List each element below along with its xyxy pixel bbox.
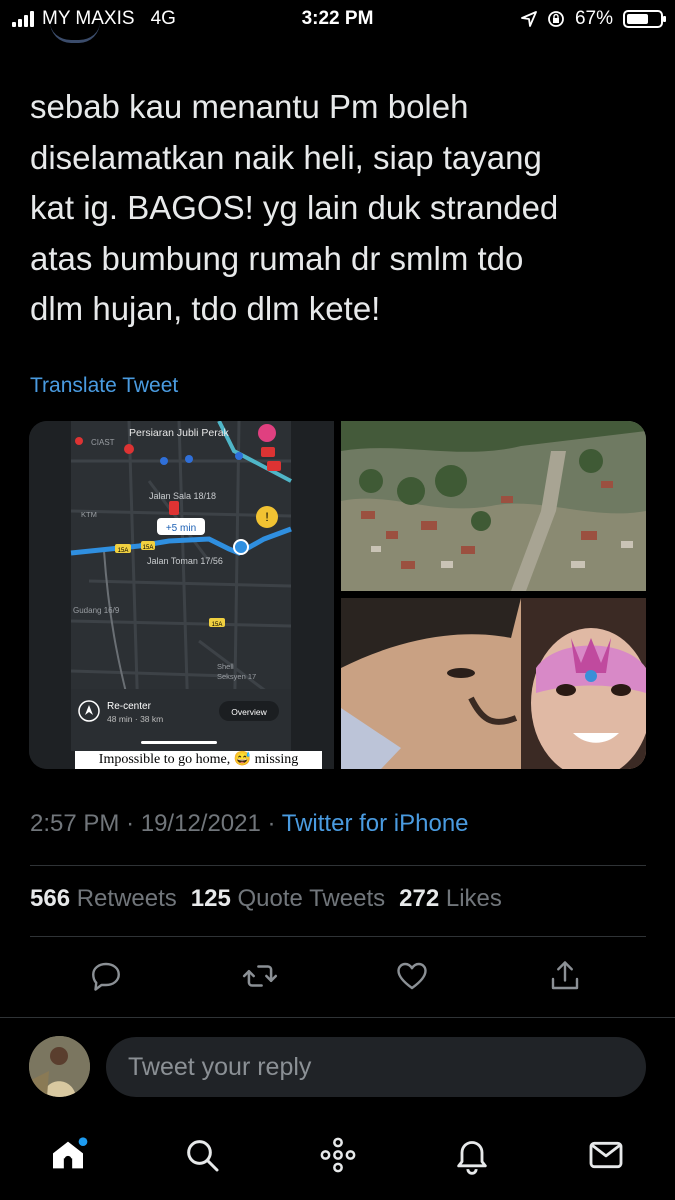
- retweet-icon: [242, 965, 278, 987]
- tweet-meta: 2:57 PM · 19/12/2021 · Twitter for iPhon…: [30, 810, 469, 838]
- reply-input[interactable]: Tweet your reply: [106, 1037, 646, 1097]
- retweets-count: 566: [30, 885, 71, 912]
- map-image: ! Persiaran Jubli Perak CIAST Jalan Sala…: [29, 421, 334, 769]
- rotation-lock-icon: [548, 11, 564, 27]
- tweet-date: 19/12/2021: [140, 810, 261, 837]
- map-delay-badge: +5 min: [166, 523, 196, 534]
- translate-tweet-link[interactable]: Translate Tweet: [30, 374, 178, 398]
- retweet-button[interactable]: [240, 950, 280, 1002]
- map-ktm-label: KTM: [81, 510, 97, 519]
- retweets-stat[interactable]: 566 Retweets: [30, 885, 177, 913]
- tab-notifications[interactable]: [446, 1125, 498, 1185]
- tab-spaces[interactable]: [312, 1125, 364, 1185]
- likes-stat[interactable]: 272 Likes: [399, 885, 502, 913]
- battery-icon: [623, 10, 666, 28]
- map-overview-button: Overview: [231, 707, 267, 717]
- meta-separator: ·: [267, 810, 276, 837]
- previous-avatar-edge: [50, 22, 100, 43]
- tweet-text: sebab kau menantu Pm boleh diselamatkan …: [30, 88, 559, 327]
- like-button[interactable]: [392, 950, 432, 1002]
- divider: [0, 1017, 675, 1018]
- tab-messages[interactable]: [580, 1125, 632, 1185]
- share-button[interactable]: [545, 950, 585, 1002]
- svg-text:!: !: [265, 510, 268, 524]
- user-avatar[interactable]: [29, 1036, 90, 1097]
- divider: [30, 865, 646, 866]
- tab-home[interactable]: [42, 1125, 94, 1185]
- svg-text:15A: 15A: [143, 545, 154, 551]
- likes-count: 272: [399, 885, 440, 912]
- retweets-label: Retweets: [76, 885, 177, 912]
- svg-text:15A: 15A: [212, 622, 223, 628]
- status-right: 67%: [521, 8, 666, 30]
- tab-search[interactable]: [176, 1125, 228, 1185]
- map-ciast-label: CIAST: [91, 438, 115, 447]
- bottom-tab-bar: [0, 1125, 675, 1185]
- share-icon: [551, 961, 579, 990]
- family-selfie-photo[interactable]: [341, 598, 646, 769]
- battery-percent: 67%: [574, 8, 613, 29]
- tweet-actions: [0, 950, 675, 1002]
- status-bar: MY MAXIS 4G 3:22 PM 67%: [0, 0, 675, 36]
- location-icon: [521, 11, 537, 27]
- tweet-source-link[interactable]: Twitter for iPhone: [282, 810, 469, 837]
- quote-tweets-stat[interactable]: 125 Quote Tweets: [191, 885, 385, 913]
- heart-icon: [397, 962, 427, 990]
- quotes-label: Quote Tweets: [237, 885, 386, 912]
- tweet-time: 2:57 PM: [30, 810, 120, 837]
- search-icon: [187, 1140, 219, 1172]
- map-road-2-label: Jalan Toman 17/56: [147, 556, 223, 566]
- avatar-image: [29, 1036, 90, 1097]
- flood-photo-image: [341, 421, 646, 591]
- likes-label: Likes: [445, 885, 502, 912]
- reply-button[interactable]: [86, 950, 126, 1002]
- map-screenshot[interactable]: ! Persiaran Jubli Perak CIAST Jalan Sala…: [29, 421, 334, 769]
- spaces-icon: [320, 1137, 356, 1173]
- map-gudang-label: Gudang 16/9: [73, 606, 120, 615]
- map-caption: Impossible to go home, 😅 missing: [75, 751, 322, 769]
- meta-separator: ·: [126, 810, 135, 837]
- reply-icon: [92, 962, 120, 991]
- home-icon: [53, 1137, 88, 1169]
- divider: [30, 936, 646, 937]
- svg-text:15A: 15A: [118, 548, 129, 554]
- tweet-media: ! Persiaran Jubli Perak CIAST Jalan Sala…: [29, 421, 646, 769]
- selfie-image: [341, 598, 646, 769]
- flood-aerial-photo[interactable]: [341, 421, 646, 591]
- tweet-stats: 566 Retweets 125 Quote Tweets 272 Likes: [30, 885, 502, 913]
- bell-icon: [457, 1141, 487, 1175]
- map-trip-info: 48 min · 38 km: [107, 714, 163, 724]
- map-road-1-label: Jalan Sala 18/18: [149, 491, 216, 501]
- map-recenter-label: Re-center: [107, 701, 152, 712]
- map-top-label: Persiaran Jubli Perak: [129, 427, 230, 439]
- mail-icon: [589, 1141, 623, 1169]
- quotes-count: 125: [190, 885, 231, 912]
